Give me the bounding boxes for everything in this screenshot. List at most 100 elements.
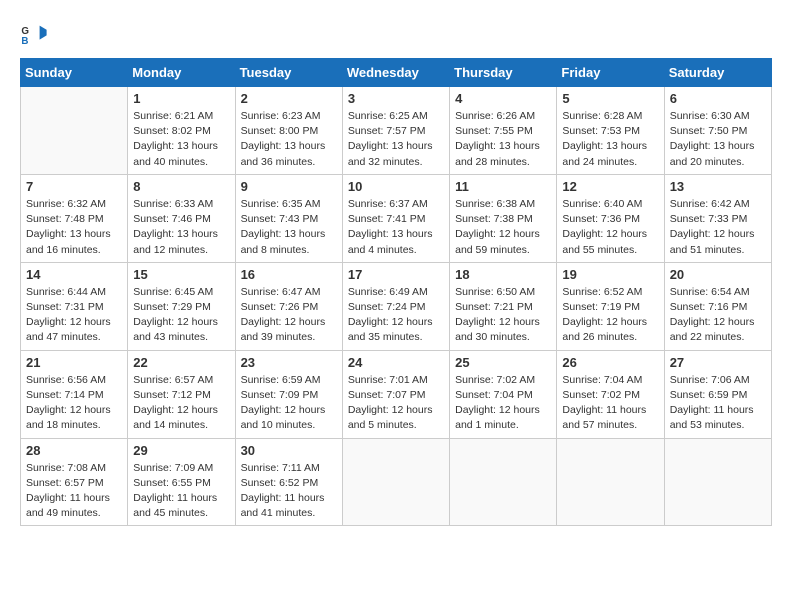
calendar-cell: 4Sunrise: 6:26 AM Sunset: 7:55 PM Daylig… — [450, 87, 557, 175]
day-info: Sunrise: 6:59 AM Sunset: 7:09 PM Dayligh… — [241, 373, 337, 434]
calendar-cell: 25 Sunrise: 7:02 AM Sunset: 7:04 PM Dayli… — [450, 350, 557, 438]
calendar-week-row: 14 Sunrise: 6:44 AM Sunset: 7:31 PM Dayli… — [21, 262, 772, 350]
calendar-week-row: 21 Sunrise: 6:56 AM Sunset: 7:14 PM Dayli… — [21, 350, 772, 438]
calendar-cell: 21 Sunrise: 6:56 AM Sunset: 7:14 PM Dayli… — [21, 350, 128, 438]
day-info: Sunrise: 6:57 AM Sunset: 7:12 PM Dayligh… — [133, 373, 229, 434]
day-info: Sunrise: 6:21 AM Sunset: 8:02 PM Dayligh… — [133, 109, 229, 170]
day-number: 27 — [670, 355, 766, 370]
day-number: 25 — [455, 355, 551, 370]
day-info: Sunrise: 7:08 AM Sunset: 6:57 PM Dayligh… — [26, 461, 122, 522]
calendar-cell: 11 Sunrise: 6:38 AM Sunset: 7:38 PM Dayli… — [450, 174, 557, 262]
day-number: 20 — [670, 267, 766, 282]
day-info: Sunrise: 7:11 AM Sunset: 6:52 PM Dayligh… — [241, 461, 337, 522]
day-number: 14 — [26, 267, 122, 282]
day-info: Sunrise: 6:26 AM Sunset: 7:55 PM Dayligh… — [455, 109, 551, 170]
calendar-cell: 19 Sunrise: 6:52 AM Sunset: 7:19 PM Dayli… — [557, 262, 664, 350]
calendar-table: SundayMondayTuesdayWednesdayThursdayFrid… — [20, 58, 772, 526]
day-number: 24 — [348, 355, 444, 370]
day-info: Sunrise: 6:40 AM Sunset: 7:36 PM Dayligh… — [562, 197, 658, 258]
calendar-week-row: 7 Sunrise: 6:32 AM Sunset: 7:48 PM Daylig… — [21, 174, 772, 262]
calendar-cell: 8 Sunrise: 6:33 AM Sunset: 7:46 PM Daylig… — [128, 174, 235, 262]
day-number: 19 — [562, 267, 658, 282]
day-number: 28 — [26, 443, 122, 458]
day-number: 12 — [562, 179, 658, 194]
calendar-cell: 12 Sunrise: 6:40 AM Sunset: 7:36 PM Dayli… — [557, 174, 664, 262]
calendar-cell: 1Sunrise: 6:21 AM Sunset: 8:02 PM Daylig… — [128, 87, 235, 175]
day-info: Sunrise: 6:28 AM Sunset: 7:53 PM Dayligh… — [562, 109, 658, 170]
day-number: 9 — [241, 179, 337, 194]
day-info: Sunrise: 7:02 AM Sunset: 7:04 PM Dayligh… — [455, 373, 551, 434]
day-info: Sunrise: 6:33 AM Sunset: 7:46 PM Dayligh… — [133, 197, 229, 258]
calendar-cell: 3 Sunrise: 6:25 AM Sunset: 7:57 PM Daylig… — [342, 87, 449, 175]
weekday-header: Friday — [557, 59, 664, 87]
day-info: Sunrise: 6:38 AM Sunset: 7:38 PM Dayligh… — [455, 197, 551, 258]
calendar-cell — [342, 438, 449, 526]
day-number: 10 — [348, 179, 444, 194]
day-info: Sunrise: 6:45 AM Sunset: 7:29 PM Dayligh… — [133, 285, 229, 346]
calendar-cell: 15 Sunrise: 6:45 AM Sunset: 7:29 PM Dayli… — [128, 262, 235, 350]
calendar-cell: 13 Sunrise: 6:42 AM Sunset: 7:33 PM Dayli… — [664, 174, 771, 262]
day-number: 17 — [348, 267, 444, 282]
day-number: 11 — [455, 179, 551, 194]
calendar-cell: 14 Sunrise: 6:44 AM Sunset: 7:31 PM Dayli… — [21, 262, 128, 350]
day-info: Sunrise: 6:49 AM Sunset: 7:24 PM Dayligh… — [348, 285, 444, 346]
calendar-cell: 24 Sunrise: 7:01 AM Sunset: 7:07 PM Dayli… — [342, 350, 449, 438]
day-number: 22 — [133, 355, 229, 370]
calendar-cell: 7 Sunrise: 6:32 AM Sunset: 7:48 PM Daylig… — [21, 174, 128, 262]
calendar-body: 1Sunrise: 6:21 AM Sunset: 8:02 PM Daylig… — [21, 87, 772, 526]
logo: G B — [20, 20, 52, 48]
day-info: Sunrise: 6:42 AM Sunset: 7:33 PM Dayligh… — [670, 197, 766, 258]
calendar-cell: 27 Sunrise: 7:06 AM Sunset: 6:59 PM Dayli… — [664, 350, 771, 438]
calendar-cell: 26 Sunrise: 7:04 AM Sunset: 7:02 PM Dayli… — [557, 350, 664, 438]
calendar-cell: 2 Sunrise: 6:23 AM Sunset: 8:00 PM Daylig… — [235, 87, 342, 175]
calendar-cell: 16Sunrise: 6:47 AM Sunset: 7:26 PM Dayli… — [235, 262, 342, 350]
svg-text:B: B — [21, 36, 28, 47]
day-info: Sunrise: 6:23 AM Sunset: 8:00 PM Dayligh… — [241, 109, 337, 170]
weekday-header: Wednesday — [342, 59, 449, 87]
calendar-cell: 17 Sunrise: 6:49 AM Sunset: 7:24 PM Dayli… — [342, 262, 449, 350]
day-number: 29 — [133, 443, 229, 458]
calendar-cell: 28 Sunrise: 7:08 AM Sunset: 6:57 PM Dayli… — [21, 438, 128, 526]
day-number: 8 — [133, 179, 229, 194]
page-header: G B — [20, 20, 772, 48]
day-number: 16 — [241, 267, 337, 282]
day-number: 7 — [26, 179, 122, 194]
day-number: 13 — [670, 179, 766, 194]
day-number: 3 — [348, 91, 444, 106]
calendar-cell: 5 Sunrise: 6:28 AM Sunset: 7:53 PM Daylig… — [557, 87, 664, 175]
calendar-header: SundayMondayTuesdayWednesdayThursdayFrid… — [21, 59, 772, 87]
calendar-cell: 23 Sunrise: 6:59 AM Sunset: 7:09 PM Dayli… — [235, 350, 342, 438]
day-number: 15 — [133, 267, 229, 282]
day-number: 6 — [670, 91, 766, 106]
day-info: Sunrise: 6:30 AM Sunset: 7:50 PM Dayligh… — [670, 109, 766, 170]
calendar-cell: 10 Sunrise: 6:37 AM Sunset: 7:41 PM Dayli… — [342, 174, 449, 262]
calendar-cell — [21, 87, 128, 175]
day-info: Sunrise: 6:44 AM Sunset: 7:31 PM Dayligh… — [26, 285, 122, 346]
day-info: Sunrise: 6:56 AM Sunset: 7:14 PM Dayligh… — [26, 373, 122, 434]
day-info: Sunrise: 7:01 AM Sunset: 7:07 PM Dayligh… — [348, 373, 444, 434]
calendar-cell — [450, 438, 557, 526]
calendar-cell — [557, 438, 664, 526]
day-info: Sunrise: 6:37 AM Sunset: 7:41 PM Dayligh… — [348, 197, 444, 258]
header-row: SundayMondayTuesdayWednesdayThursdayFrid… — [21, 59, 772, 87]
day-number: 2 — [241, 91, 337, 106]
weekday-header: Monday — [128, 59, 235, 87]
day-number: 5 — [562, 91, 658, 106]
day-number: 26 — [562, 355, 658, 370]
calendar-week-row: 28 Sunrise: 7:08 AM Sunset: 6:57 PM Dayli… — [21, 438, 772, 526]
logo-icon: G B — [20, 20, 48, 48]
day-info: Sunrise: 6:52 AM Sunset: 7:19 PM Dayligh… — [562, 285, 658, 346]
day-number: 21 — [26, 355, 122, 370]
weekday-header: Thursday — [450, 59, 557, 87]
calendar-cell: 18 Sunrise: 6:50 AM Sunset: 7:21 PM Dayli… — [450, 262, 557, 350]
day-info: Sunrise: 6:32 AM Sunset: 7:48 PM Dayligh… — [26, 197, 122, 258]
day-number: 30 — [241, 443, 337, 458]
day-info: Sunrise: 7:06 AM Sunset: 6:59 PM Dayligh… — [670, 373, 766, 434]
day-info: Sunrise: 7:09 AM Sunset: 6:55 PM Dayligh… — [133, 461, 229, 522]
day-info: Sunrise: 6:25 AM Sunset: 7:57 PM Dayligh… — [348, 109, 444, 170]
weekday-header: Tuesday — [235, 59, 342, 87]
day-info: Sunrise: 7:04 AM Sunset: 7:02 PM Dayligh… — [562, 373, 658, 434]
day-number: 23 — [241, 355, 337, 370]
day-info: Sunrise: 6:50 AM Sunset: 7:21 PM Dayligh… — [455, 285, 551, 346]
day-number: 18 — [455, 267, 551, 282]
